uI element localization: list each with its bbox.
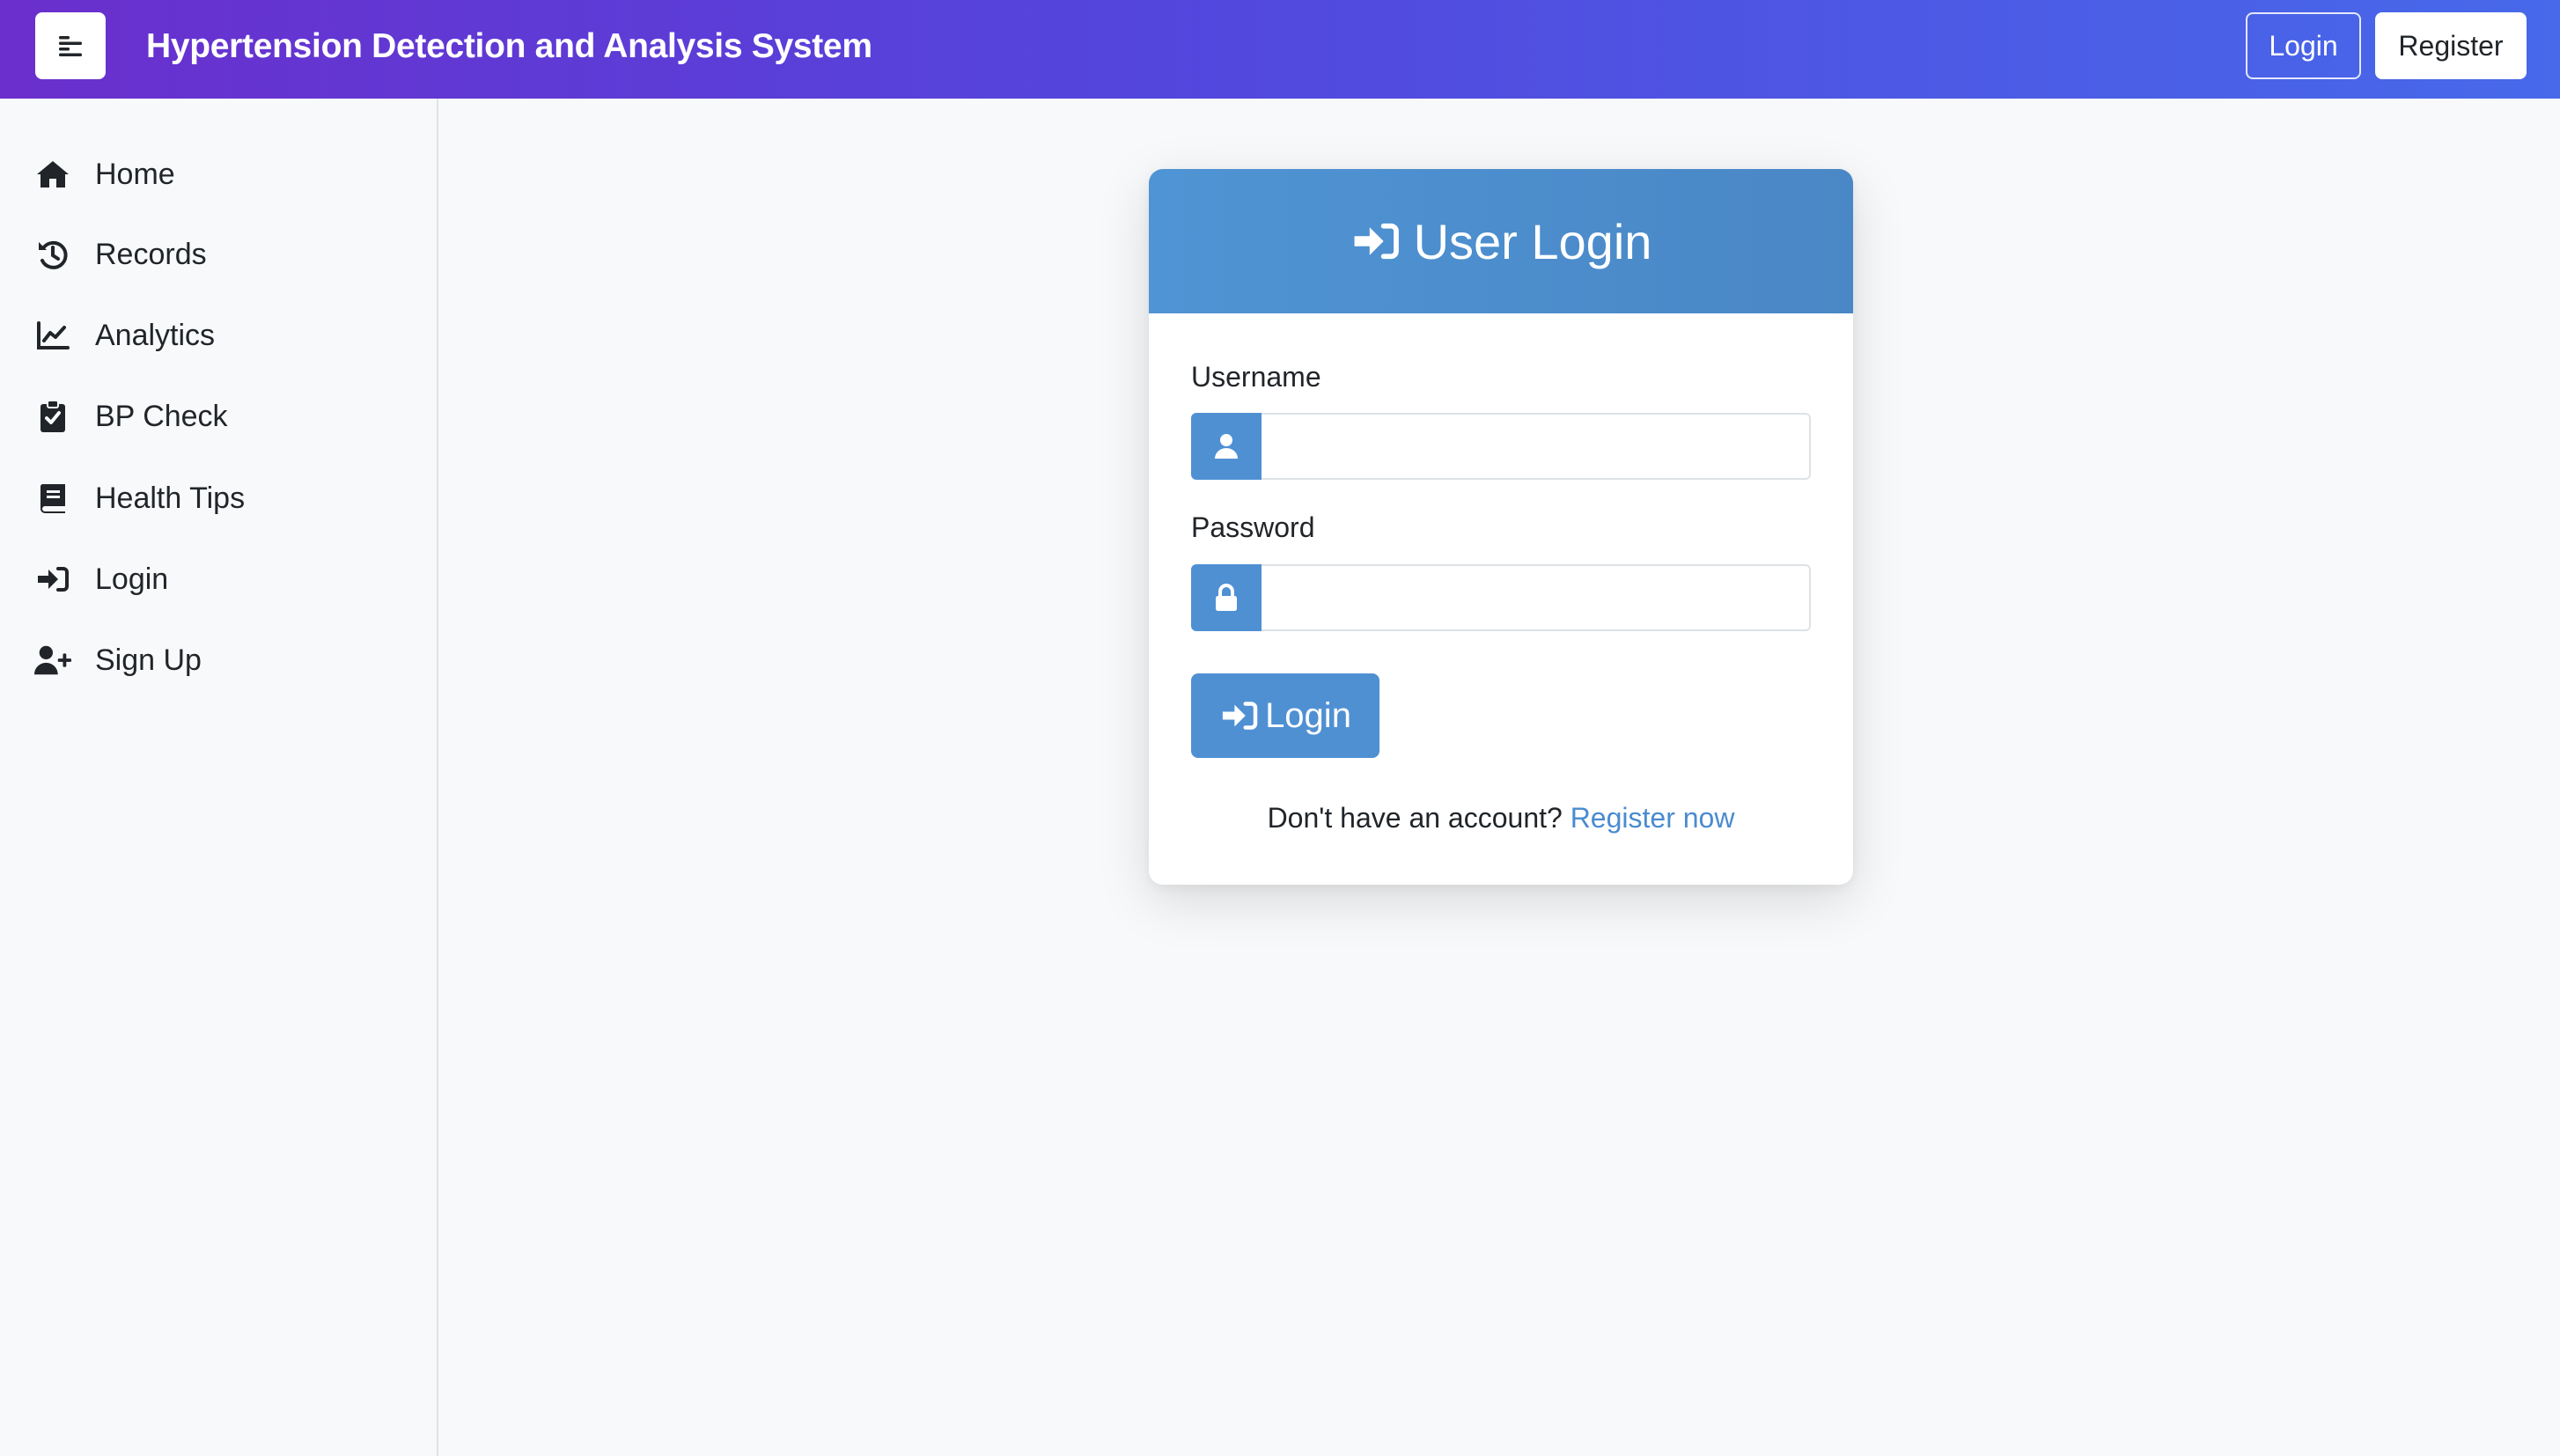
password-input-group — [1191, 564, 1811, 631]
sidebar-item-label: Health Tips — [95, 481, 246, 515]
sidebar: Home Records Analytics BP Check Health T… — [0, 99, 438, 1456]
chart-line-icon — [33, 316, 72, 355]
login-card-title: User Login — [1413, 213, 1652, 269]
username-label: Username — [1191, 361, 1321, 393]
sidebar-item-records[interactable]: Records — [0, 219, 435, 290]
clipboard-check-icon — [33, 397, 72, 436]
sidebar-item-label: Sign Up — [95, 643, 202, 677]
sign-in-icon — [1350, 221, 1401, 261]
username-input-group — [1191, 413, 1811, 480]
menu-lines-icon — [59, 36, 82, 56]
home-icon — [33, 155, 72, 194]
sidebar-item-health-tips[interactable]: Health Tips — [0, 463, 435, 533]
register-prompt: Don't have an account? Register now — [1149, 802, 1853, 835]
login-submit-button[interactable]: Login — [1191, 673, 1379, 758]
password-label: Password — [1191, 511, 1315, 543]
sidebar-item-label: Records — [95, 237, 207, 271]
username-input[interactable] — [1262, 413, 1811, 480]
user-plus-icon — [33, 641, 72, 680]
sign-in-icon — [1219, 700, 1260, 732]
app-title[interactable]: Hypertension Detection and Analysis Syst… — [146, 0, 872, 93]
sidebar-item-bp-check[interactable]: BP Check — [0, 381, 435, 452]
sign-in-icon — [33, 560, 72, 599]
sidebar-item-home[interactable]: Home — [0, 139, 435, 210]
password-input[interactable] — [1262, 564, 1811, 631]
sidebar-item-label: Home — [95, 157, 175, 191]
history-icon — [33, 235, 72, 274]
sidebar-item-label: BP Check — [95, 399, 228, 433]
no-account-text: Don't have an account? — [1267, 802, 1563, 834]
navbar-login-button[interactable]: Login — [2246, 12, 2361, 79]
navbar-register-button[interactable]: Register — [2375, 12, 2527, 79]
sidebar-item-login[interactable]: Login — [0, 544, 435, 614]
top-navbar: Hypertension Detection and Analysis Syst… — [0, 0, 2560, 99]
lock-icon — [1191, 564, 1262, 631]
menu-toggle-button[interactable] — [35, 12, 106, 79]
sidebar-item-label: Analytics — [95, 318, 216, 352]
sidebar-item-sign-up[interactable]: Sign Up — [0, 625, 435, 695]
sidebar-item-analytics[interactable]: Analytics — [0, 300, 435, 371]
book-icon — [33, 479, 72, 518]
user-icon — [1191, 413, 1262, 480]
sidebar-item-label: Login — [95, 562, 169, 596]
login-card-header: User Login — [1149, 169, 1853, 313]
login-submit-label: Login — [1265, 695, 1351, 735]
login-card: User Login Username Password Login Don't… — [1149, 169, 1853, 885]
register-now-link[interactable]: Register now — [1571, 802, 1735, 834]
